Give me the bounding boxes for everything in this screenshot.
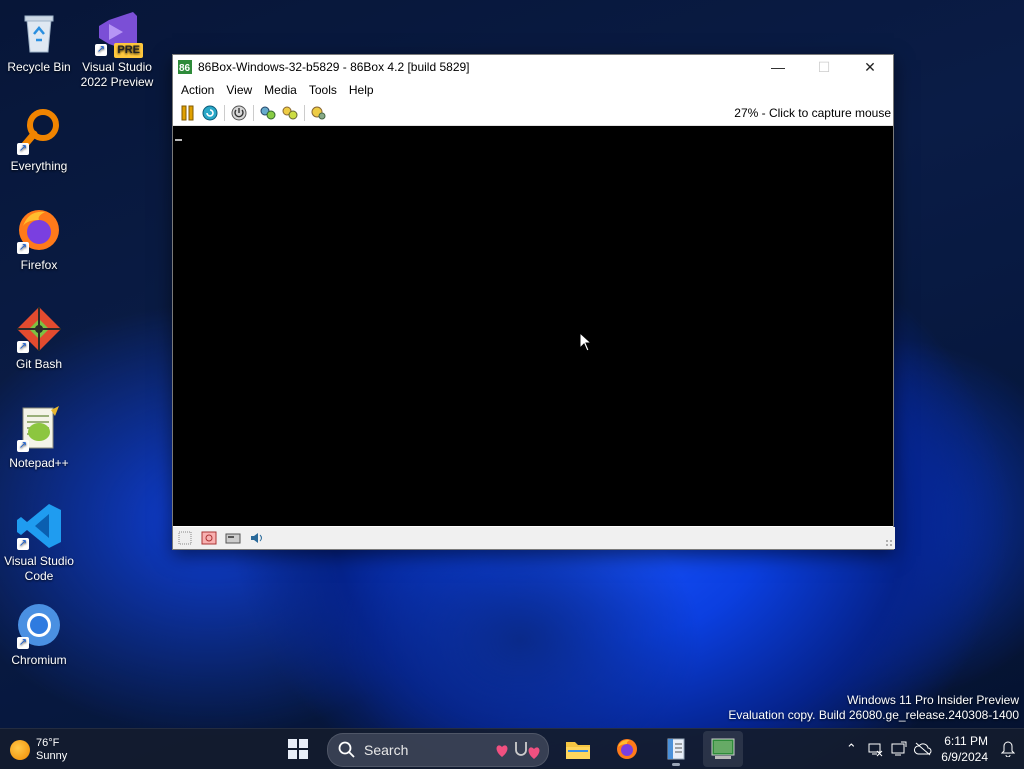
shortcut-arrow-icon: ↗ (17, 440, 29, 452)
firefox-icon: ↗ (15, 206, 63, 254)
emulator-screen[interactable] (173, 126, 893, 526)
taskbar-clock[interactable]: 6:11 PM 6/9/2024 (941, 733, 988, 765)
menu-media[interactable]: Media (259, 83, 304, 97)
maximize-button[interactable]: ☐ (801, 55, 847, 79)
taskbar-search[interactable]: Search (327, 733, 549, 767)
desktop-icon-label: Firefox (20, 258, 58, 272)
desktop-icon-chromium[interactable]: ↗ Chromium (1, 601, 77, 668)
network-icon[interactable] (863, 737, 887, 761)
shortcut-arrow-icon: ↗ (17, 637, 29, 649)
reset-icon[interactable] (199, 103, 221, 123)
cdrom-icon[interactable] (279, 103, 301, 123)
taskbar-86box[interactable] (703, 731, 743, 767)
status-bar (173, 527, 895, 549)
menu-view[interactable]: View (221, 83, 259, 97)
cd-icon[interactable] (199, 529, 219, 547)
86box-window[interactable]: 86 86Box-Windows-32-b5829 - 86Box 4.2 [b… (172, 54, 895, 550)
shortcut-arrow-icon: ↗ (17, 242, 29, 254)
notification-bell-icon[interactable] (996, 737, 1020, 761)
desktop-icon-label: Visual Studio Code (4, 554, 74, 583)
firefox-icon (617, 739, 637, 759)
svg-text:86: 86 (179, 63, 191, 74)
menu-tools[interactable]: Tools (304, 83, 344, 97)
menu-help[interactable]: Help (344, 83, 381, 97)
desktop-icon-firefox[interactable]: ↗ Firefox (1, 206, 77, 273)
desktop-icon-label: Visual Studio 2022 Preview (80, 60, 154, 89)
shortcut-arrow-icon: ↗ (17, 538, 29, 550)
watermark-line1: Windows 11 Pro Insider Preview (847, 693, 1019, 707)
display-icon[interactable] (887, 737, 911, 761)
text-cursor (175, 139, 182, 141)
power-icon[interactable] (228, 103, 250, 123)
clock-date: 6/9/2024 (941, 750, 988, 764)
shortcut-arrow-icon: ↗ (95, 44, 107, 56)
cloud-offline-icon[interactable] (911, 737, 935, 761)
vscode-icon: ↗ (15, 502, 63, 550)
desktop-icon-visual-studio-code[interactable]: ↗ Visual Studio Code (1, 502, 77, 584)
toolbar: 27% - Click to capture mouse (173, 101, 893, 126)
close-button[interactable]: ✕ (847, 55, 893, 79)
window-titlebar[interactable]: 86 86Box-Windows-32-b5829 - 86Box 4.2 [b… (173, 55, 893, 79)
evaluation-watermark: Windows 11 Pro Insider Preview Evaluatio… (728, 693, 1019, 723)
desktop-icon-label: Recycle Bin (7, 60, 71, 74)
desktop-icon-notepad-plus-plus[interactable]: ↗ Notepad++ (1, 404, 77, 471)
menu-action[interactable]: Action (176, 83, 221, 97)
minimize-button[interactable]: — (755, 55, 801, 79)
watermark-line2: Evaluation copy. Build 26080.ge_release.… (728, 708, 1019, 722)
search-highlight-icon (496, 742, 540, 759)
desktop-icon-visual-studio-2022-preview[interactable]: PRE ↗ Visual Studio 2022 Preview (79, 8, 155, 90)
floppy-icon[interactable] (175, 529, 195, 547)
pre-badge: PRE (114, 43, 143, 58)
resize-grip[interactable] (885, 539, 893, 547)
taskbar: 76°F Sunny Search ⌃ 6:11 PM 6/9/2024 (0, 728, 1024, 769)
system-tray: ⌃ 6:11 PM 6/9/2024 (839, 729, 1024, 769)
notepad-plus-plus-icon: ↗ (15, 404, 63, 452)
mouse-pointer-icon (579, 332, 593, 352)
window-title: 86Box-Windows-32-b5829 - 86Box 4.2 [buil… (198, 60, 470, 74)
taskbar-notepad[interactable] (656, 731, 696, 767)
toolbar-separator (304, 105, 305, 121)
clock-time: 6:11 PM (944, 734, 988, 748)
toolbar-separator (253, 105, 254, 121)
recycle-bin-icon (15, 8, 63, 56)
everything-icon: ↗ (15, 107, 63, 155)
pause-icon[interactable] (177, 103, 199, 123)
chromium-icon: ↗ (15, 601, 63, 649)
weather-condition: Sunny (36, 750, 68, 762)
desktop-icon-label: Everything (10, 159, 68, 173)
visual-studio-icon: PRE ↗ (93, 8, 143, 58)
taskbar-firefox[interactable] (607, 731, 647, 767)
git-bash-icon: ↗ (15, 305, 63, 353)
desktop-icon-everything[interactable]: ↗ Everything (1, 107, 77, 174)
search-placeholder: Search (364, 742, 409, 758)
file-explorer-icon (566, 742, 590, 759)
86box-app-icon: 86 (178, 60, 192, 74)
sun-icon (10, 740, 30, 760)
taskbar-file-explorer[interactable] (558, 731, 598, 767)
start-button[interactable] (278, 731, 318, 767)
toolbar-separator (224, 105, 225, 121)
weather-widget[interactable]: 76°F Sunny (6, 735, 78, 765)
desktop-icon-label: Notepad++ (9, 456, 69, 470)
86box-icon (711, 738, 735, 759)
chevron-up-icon[interactable]: ⌃ (839, 737, 863, 761)
shortcut-arrow-icon: ↗ (17, 341, 29, 353)
hdd-icon[interactable] (223, 529, 243, 547)
mouse-capture-status[interactable]: 27% - Click to capture mouse (734, 106, 891, 120)
weather-temperature: 76°F (36, 737, 60, 749)
windows-logo-icon (288, 739, 308, 759)
desktop-icon-git-bash[interactable]: ↗ Git Bash (1, 305, 77, 372)
shortcut-arrow-icon: ↗ (17, 143, 29, 155)
screenshot-icon[interactable] (308, 103, 330, 123)
menu-bar: Action View Media Tools Help (173, 79, 893, 101)
desktop-icon-label: Git Bash (15, 357, 63, 371)
desktop-icon-recycle-bin[interactable]: Recycle Bin (1, 8, 77, 75)
settings-icon[interactable] (257, 103, 279, 123)
notepad-icon (667, 738, 685, 760)
search-icon (338, 741, 355, 758)
sound-icon[interactable] (247, 529, 267, 547)
desktop-icon-label: Chromium (11, 653, 67, 667)
